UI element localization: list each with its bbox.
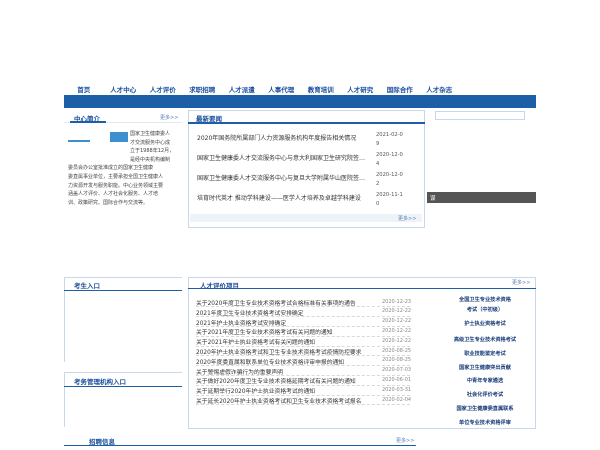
nav-personnel-agency[interactable]: 人事代理 <box>262 84 302 94</box>
evaluation-underline <box>188 288 536 289</box>
project-link[interactable]: 中青年专家遴选 <box>440 377 530 384</box>
project-link[interactable]: 国家卫生健康委直属联系 <box>440 405 530 412</box>
news-more-bar <box>190 214 422 222</box>
evaluation-date: 2020-12-23 <box>382 298 412 305</box>
nav-home[interactable]: 首页 <box>64 84 104 94</box>
nav-blue-bar <box>64 95 536 108</box>
news-image[interactable] <box>427 123 536 203</box>
nav-talent-center[interactable]: 人才中心 <box>104 84 144 94</box>
news-item[interactable]: 国家卫生健康委人才交流服务中心与复旦大学附属华山医院签署合作协议 <box>197 173 369 182</box>
evaluation-date: 2020-06-01 <box>382 376 412 383</box>
project-link[interactable]: 全国卫生专业技术资格 <box>440 296 530 303</box>
evaluation-date: 2020-12-22 <box>382 308 412 315</box>
news-date: 2021-02-0 9 <box>376 132 403 147</box>
news-item[interactable]: 培育时代英才 推动学科建设——医学人才培养及卓越学科建设 <box>197 193 369 202</box>
news-panel <box>188 110 425 228</box>
nav-education-training[interactable]: 教育培训 <box>301 84 341 94</box>
center-intro-text: 国家卫生健康委人 才交流服务中心成 立于1988年12月， 是经中央机构编制 委… <box>68 131 175 206</box>
project-link[interactable]: 国家卫生健康突出贡献 <box>440 364 530 371</box>
news-item[interactable]: 2020年国务院所属部门人力资源服务机构年度报告相关情况 <box>197 133 369 142</box>
main-nav: 首页 人才中心 人才评价 求职招聘 人才派遣 人事代理 教育培训 人才研究 国际… <box>64 83 536 94</box>
center-intro-more-link[interactable]: 更多>> <box>160 114 178 121</box>
exam-entry-underline <box>64 290 182 291</box>
evaluation-date: 2020-07-03 <box>382 367 412 374</box>
nav-talent-evaluation[interactable]: 人才评价 <box>143 84 183 94</box>
evaluation-date: 2020-08-25 <box>382 347 412 354</box>
nav-talent-research[interactable]: 人才研究 <box>341 84 381 94</box>
nav-talent-magazine[interactable]: 人才杂志 <box>420 84 460 94</box>
news-date: 2020-11-1 0 <box>376 192 403 207</box>
exam-entry-title[interactable]: 考生入口 <box>74 280 100 290</box>
evaluation-date: 2020-02-04 <box>382 396 412 403</box>
evaluation-date: 2020-08-25 <box>382 357 412 364</box>
project-link[interactable]: 单位专业技术资格评审 <box>440 419 530 426</box>
news-underline <box>188 122 425 124</box>
center-intro-underline-accent <box>70 121 106 123</box>
project-link[interactable]: 护士执业资格考试 <box>440 320 530 327</box>
nav-international[interactable]: 国际合作 <box>380 84 420 94</box>
news-date: 2020-12-0 2 <box>376 172 403 187</box>
exam-org-entry-title[interactable]: 考务管理机构入口 <box>74 376 126 386</box>
evaluation-divider <box>196 404 410 406</box>
project-link[interactable]: 高级卫生专业技术资格考试 <box>440 336 530 343</box>
exam-org-entry-underline <box>64 386 182 387</box>
evaluation-date: 2020-12-22 <box>382 337 412 344</box>
project-link[interactable]: 职业技能鉴定考试 <box>440 350 530 357</box>
evaluation-more-link[interactable]: 更多>> <box>512 279 530 286</box>
nav-talent-dispatch[interactable]: 人才派遣 <box>222 84 262 94</box>
news-date: 2020-12-0 4 <box>376 152 403 167</box>
news-item[interactable]: 国家卫生健康委人才交流服务中心与意大利国家卫生研究院签署合作备忘录 <box>197 153 369 162</box>
project-link[interactable]: 考试（中初级） <box>440 306 530 313</box>
news-image-caption: 谋 <box>430 196 436 202</box>
news-image-caption-bar <box>427 192 536 203</box>
news-more-link[interactable]: 更多>> <box>398 215 416 222</box>
recruit-more-link[interactable]: 更多>> <box>396 437 414 444</box>
evaluation-date: 2020-12-22 <box>382 318 412 325</box>
project-link[interactable]: 社会化评价考试 <box>440 391 530 398</box>
recruit-underline <box>64 445 416 446</box>
nav-job-recruitment[interactable]: 求职招聘 <box>183 84 223 94</box>
news-search-box[interactable] <box>435 111 525 120</box>
evaluation-date: 2020-12-22 <box>382 327 412 334</box>
evaluation-date: 2020-03-31 <box>382 386 412 393</box>
